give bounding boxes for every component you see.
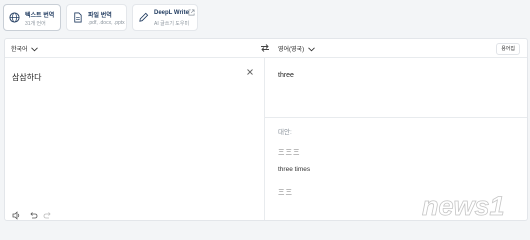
tab-subtitle: AI 글쓰기 도우미 [154, 21, 190, 27]
alternative-item[interactable]: three times [278, 166, 310, 173]
globe-icon [9, 12, 20, 23]
news1-watermark: news1 [422, 191, 505, 222]
tab-text-translation[interactable]: 텍스트 번역 31개 언어 [3, 4, 61, 31]
speaker-icon[interactable] [12, 207, 21, 220]
source-language-select[interactable]: 한국어 [11, 44, 39, 53]
tab-title: 텍스트 번역 [25, 13, 55, 19]
glossary-button[interactable]: 용어집 [496, 43, 520, 55]
source-text-input[interactable]: 삼삼하다 [12, 72, 41, 83]
watermark-text: news1 [422, 191, 505, 221]
external-link-icon [188, 9, 195, 16]
tab-subtitle: 31개 언어 [25, 21, 46, 27]
tab-file-translation[interactable]: 파일 번역 .pdf, .docx, .pptx [66, 4, 127, 31]
undo-icon[interactable] [29, 207, 38, 219]
language-bar: 한국어 영어(영국) 용어집 [5, 39, 527, 58]
translation-output: three [278, 72, 294, 79]
tab-title: 파일 번역 [88, 13, 112, 19]
tab-title: DeepL Write [154, 10, 189, 16]
alternative-item[interactable]: 三三三 [278, 146, 301, 156]
column-divider [264, 57, 265, 220]
source-language-label: 한국어 [11, 47, 28, 53]
pen-icon [139, 12, 149, 22]
alternative-item[interactable]: 三三 [278, 186, 293, 196]
target-language-label: 영어(영국) [278, 47, 305, 53]
close-icon[interactable] [246, 68, 254, 76]
redo-icon[interactable] [43, 207, 52, 219]
chevron-down-icon [307, 47, 315, 52]
tab-deepl-write[interactable]: DeepL Write AI 글쓰기 도우미 [132, 4, 198, 31]
mode-tabs: 텍스트 번역 31개 언어 파일 번역 .pdf, .docx, .pptx D… [0, 0, 530, 38]
document-icon [74, 12, 82, 23]
chevron-down-icon [31, 47, 39, 52]
swap-languages-icon[interactable] [260, 43, 270, 53]
alternatives-divider [265, 117, 527, 118]
target-language-select[interactable]: 영어(영국) [278, 44, 315, 53]
tab-subtitle: .pdf, .docx, .pptx [88, 20, 125, 26]
alternatives-label: 대안: [278, 129, 292, 136]
